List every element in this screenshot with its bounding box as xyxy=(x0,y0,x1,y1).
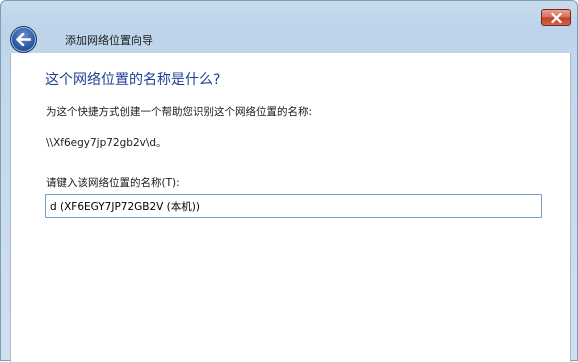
page-heading: 这个网络位置的名称是什么? xyxy=(45,72,221,88)
window-title: 添加网络位置向导 xyxy=(65,34,153,47)
wizard-content: 这个网络位置的名称是什么? 为这个快捷方式创建一个帮助您识别这个网络位置的名称:… xyxy=(10,53,571,362)
description-text: 为这个快捷方式创建一个帮助您识别这个网络位置的名称: xyxy=(46,106,313,118)
name-field-label: 请键入该网络位置的名称(T): xyxy=(46,177,180,189)
back-arrow-icon xyxy=(16,33,31,46)
close-icon xyxy=(550,12,562,23)
title-bar: 添加网络位置向导 xyxy=(1,1,577,53)
wizard-window: 添加网络位置向导 这个网络位置的名称是什么? 为这个快捷方式创建一个帮助您识别这… xyxy=(0,0,578,362)
close-button[interactable] xyxy=(541,9,571,26)
network-location-name-input[interactable] xyxy=(45,194,542,218)
network-path-text: \\Xf6egy7jp72gb2v\d。 xyxy=(46,137,167,149)
back-button[interactable] xyxy=(10,26,37,53)
